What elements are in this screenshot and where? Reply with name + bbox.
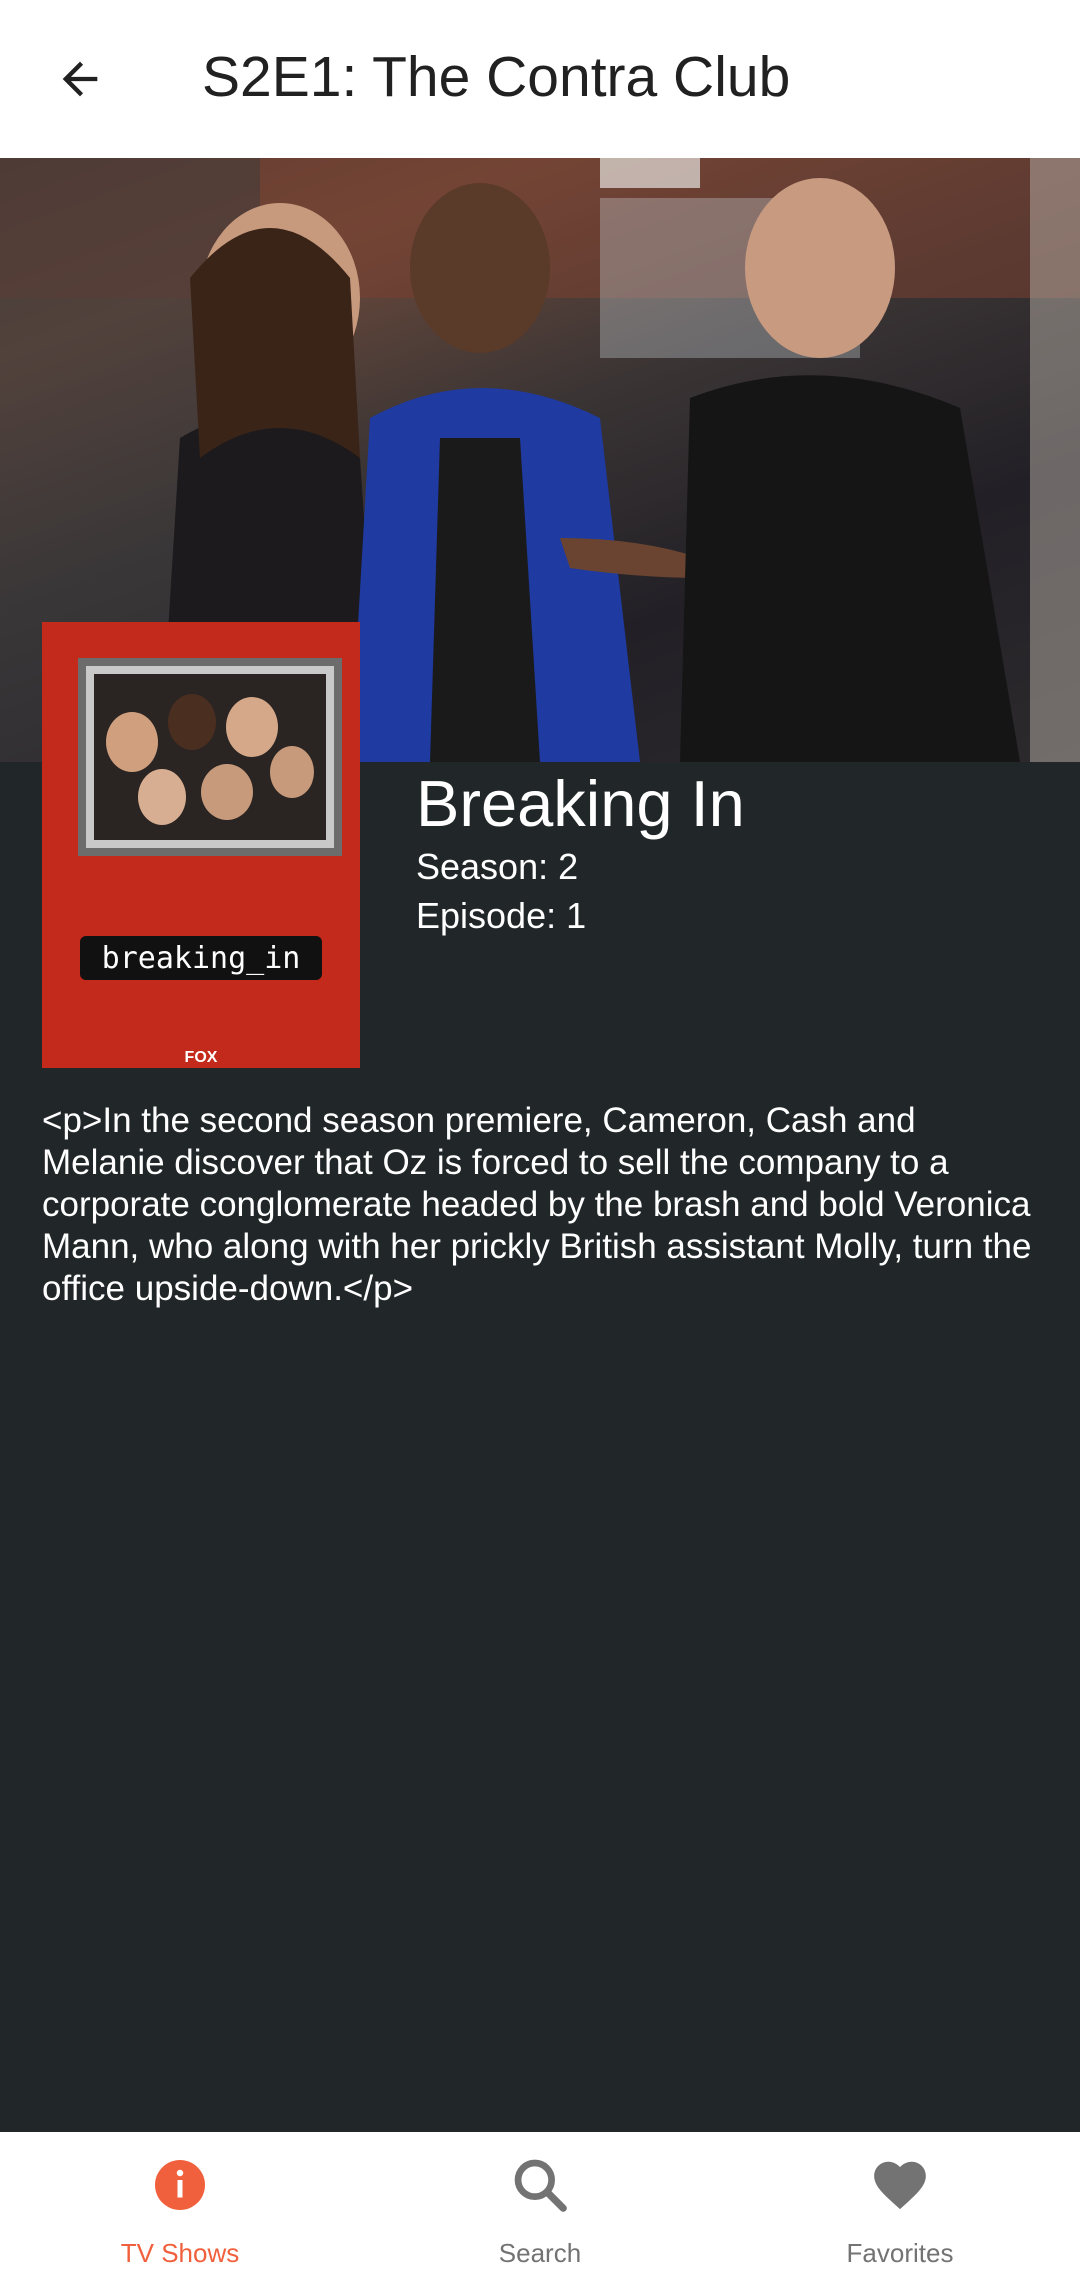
- bottom-navigation: TV Shows Search Favorites: [0, 2132, 1080, 2270]
- nav-favorites[interactable]: Favorites: [720, 2132, 1080, 2270]
- poster-title-text: breaking_in: [102, 941, 301, 976]
- show-name: Breaking In: [416, 767, 745, 840]
- app-bar: S2E1: The Contra Club: [0, 0, 1080, 158]
- search-icon: [509, 2154, 571, 2216]
- episode-detail: breaking_in FOX Breaking In Season: 2 Ep…: [0, 158, 1080, 2132]
- heart-icon: [869, 2154, 931, 2216]
- arrow-left-icon: [62, 61, 98, 97]
- info-icon: [149, 2154, 211, 2216]
- episode-summary: <p>In the second season premiere, Camero…: [42, 1101, 1032, 1308]
- back-button[interactable]: [40, 39, 120, 119]
- season-label: Season: 2: [416, 846, 579, 887]
- nav-label-search: Search: [498, 2238, 582, 2268]
- episode-label: Episode: 1: [416, 895, 587, 936]
- nav-tv-shows[interactable]: TV Shows: [0, 2132, 360, 2270]
- nav-label-favorites: Favorites: [846, 2238, 954, 2268]
- nav-label-tv-shows: TV Shows: [120, 2238, 240, 2268]
- show-poster-image: breaking_in FOX: [42, 622, 360, 1068]
- poster-network-text: FOX: [185, 1049, 218, 1066]
- nav-search[interactable]: Search: [360, 2132, 720, 2270]
- page-title: S2E1: The Contra Club: [202, 45, 791, 109]
